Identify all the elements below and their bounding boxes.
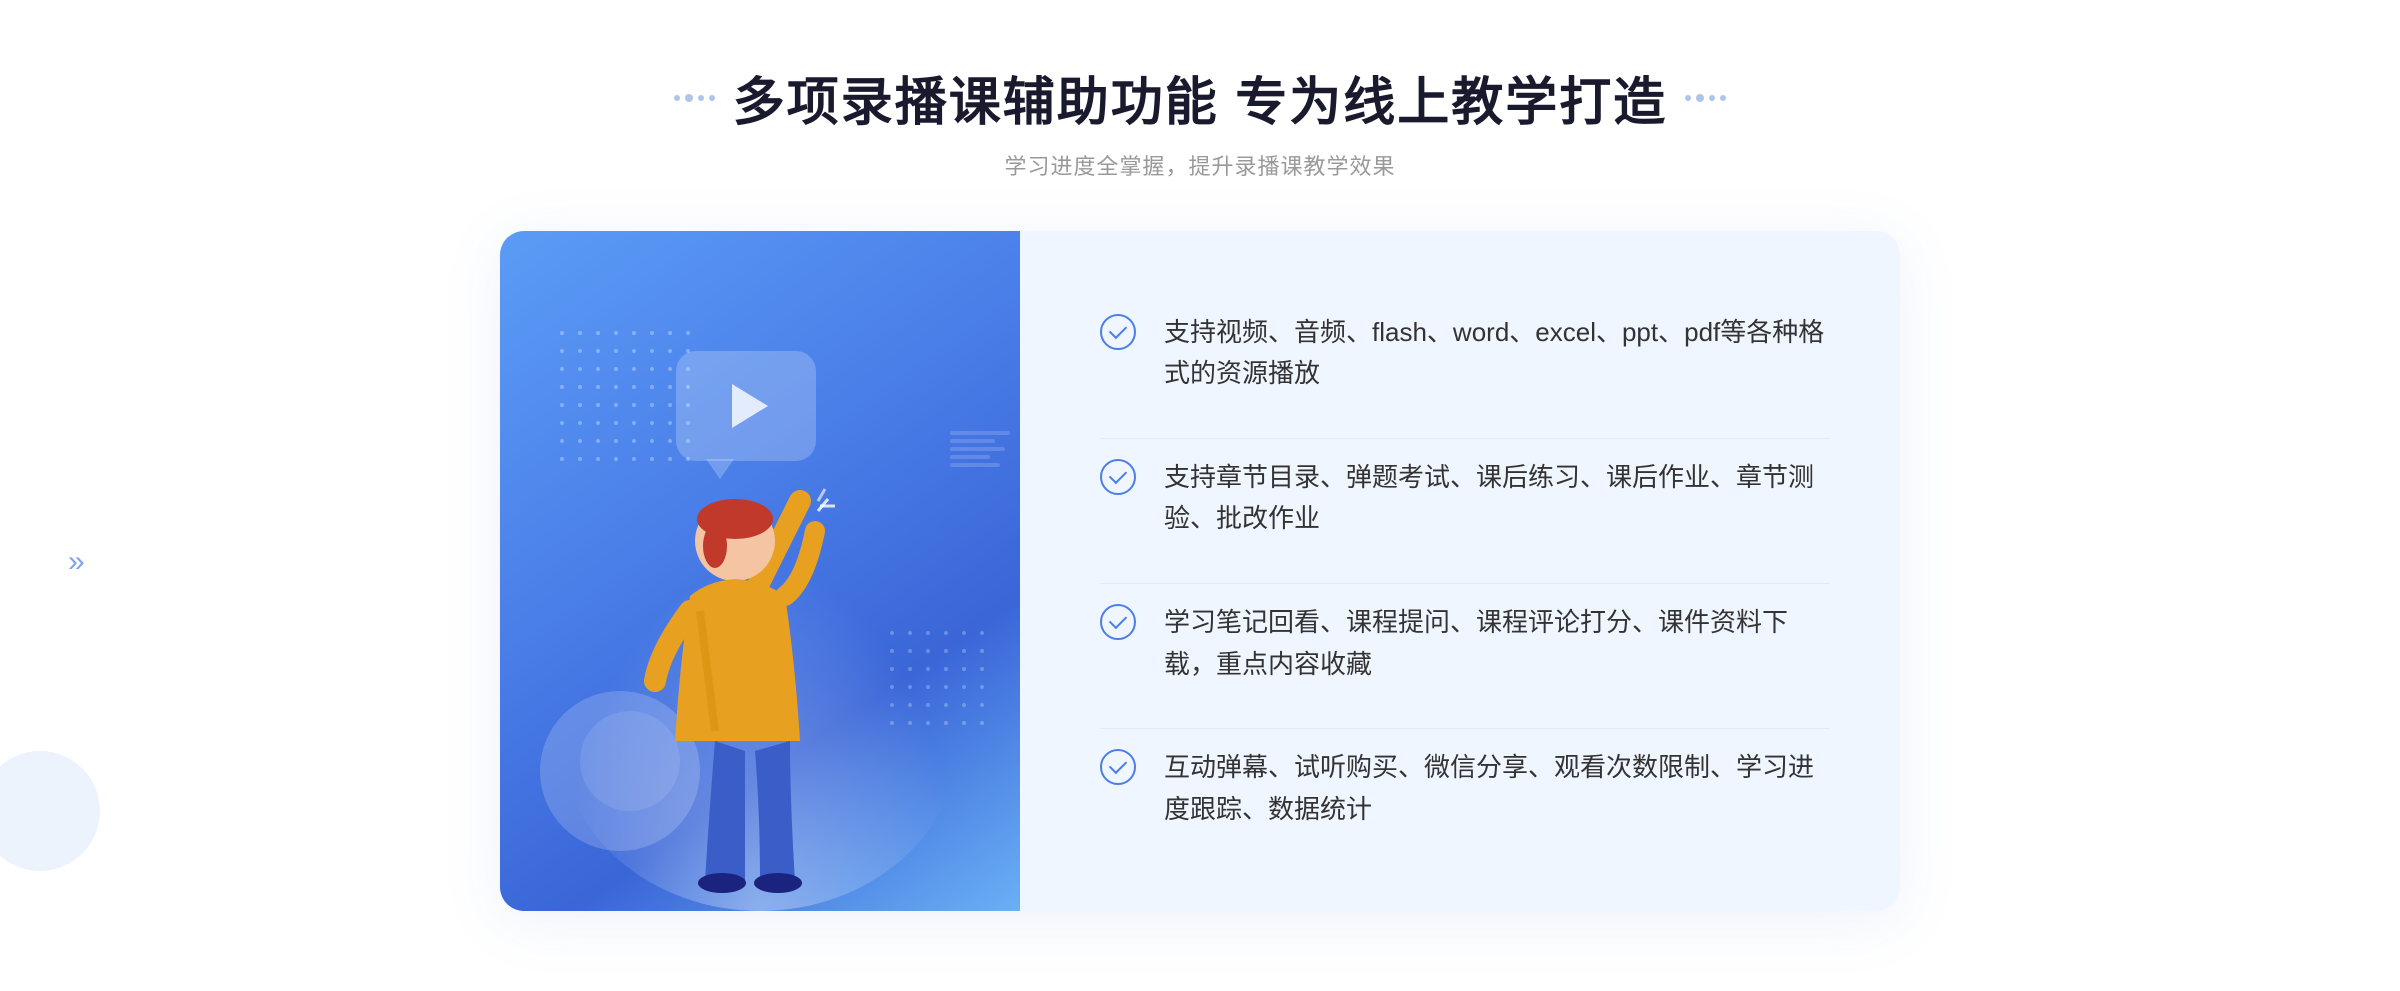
deco-dot <box>1709 95 1715 101</box>
header-section: 多项录播课辅助功能 专为线上教学打造 学习进度全掌握，提升录播课教学效果 <box>674 60 1726 181</box>
title-deco-left <box>674 94 715 102</box>
check-mark-4 <box>1109 756 1127 774</box>
deco-dot <box>1685 95 1691 101</box>
deco-dot <box>1720 95 1726 101</box>
check-icon-2 <box>1100 459 1136 495</box>
feature-text-1: 支持视频、音频、flash、word、excel、ppt、pdf等各种格式的资源… <box>1164 312 1830 395</box>
deco-dot <box>709 95 715 101</box>
deco-dot <box>674 95 680 101</box>
stripes-deco <box>950 431 1010 467</box>
deco-dot <box>685 94 693 102</box>
check-mark-2 <box>1109 466 1127 484</box>
check-mark-3 <box>1109 611 1127 629</box>
page-chevron-left: » <box>68 545 85 579</box>
deco-dot <box>1696 94 1704 102</box>
feature-item: 学习笔记回看、课程提问、课程评论打分、课件资料下载，重点内容收藏 <box>1100 583 1830 703</box>
check-icon-3 <box>1100 604 1136 640</box>
deco-half-circle <box>0 751 100 871</box>
person-illustration <box>560 411 940 911</box>
content-area: 支持视频、音频、flash、word、excel、ppt、pdf等各种格式的资源… <box>500 231 1900 911</box>
feature-item: 支持视频、音频、flash、word、excel、ppt、pdf等各种格式的资源… <box>1100 294 1830 413</box>
features-panel: 支持视频、音频、flash、word、excel、ppt、pdf等各种格式的资源… <box>1020 231 1900 911</box>
feature-text-2: 支持章节目录、弹题考试、课后练习、课后作业、章节测验、批改作业 <box>1164 457 1830 540</box>
check-mark-1 <box>1109 320 1127 338</box>
check-icon-4 <box>1100 749 1136 785</box>
page-title: 多项录播课辅助功能 专为线上教学打造 <box>733 60 1667 135</box>
check-icon-1 <box>1100 314 1136 350</box>
deco-dot <box>698 95 704 101</box>
title-deco-right <box>1685 94 1726 102</box>
page-subtitle: 学习进度全掌握，提升录播课教学效果 <box>674 149 1726 181</box>
page-container: 多项录播课辅助功能 专为线上教学打造 学习进度全掌握，提升录播课教学效果 <box>0 0 2400 991</box>
feature-text-4: 互动弹幕、试听购买、微信分享、观看次数限制、学习进度跟踪、数据统计 <box>1164 747 1830 830</box>
feature-item: 互动弹幕、试听购买、微信分享、观看次数限制、学习进度跟踪、数据统计 <box>1100 728 1830 848</box>
illustration-panel <box>500 231 1020 911</box>
feature-text-3: 学习笔记回看、课程提问、课程评论打分、课件资料下载，重点内容收藏 <box>1164 602 1830 685</box>
feature-item: 支持章节目录、弹题考试、课后练习、课后作业、章节测验、批改作业 <box>1100 438 1830 558</box>
title-row: 多项录播课辅助功能 专为线上教学打造 <box>674 60 1726 135</box>
